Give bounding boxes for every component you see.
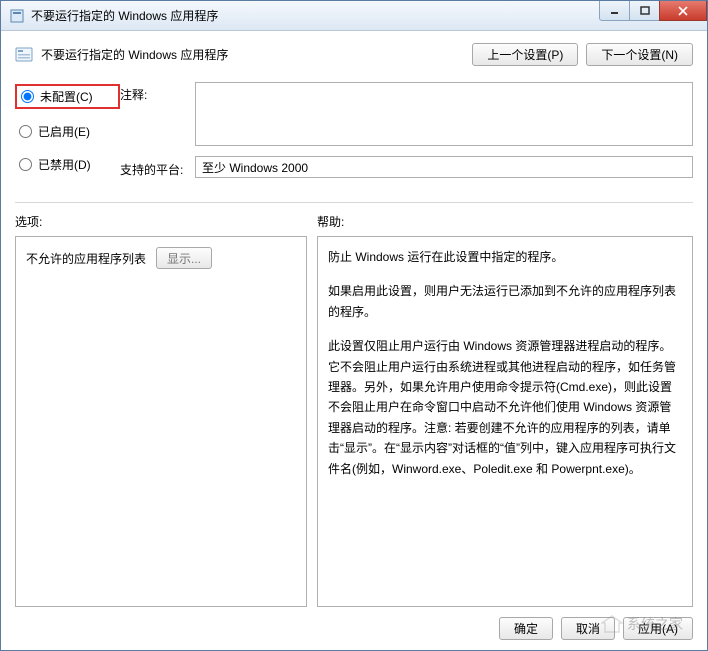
radio-not-configured-input[interactable] — [21, 90, 34, 103]
radio-disabled-label: 已禁用(D) — [38, 156, 91, 173]
options-label: 选项: — [15, 213, 317, 230]
window-title: 不要运行指定的 Windows 应用程序 — [31, 7, 599, 24]
panes: 不允许的应用程序列表 显示... 防止 Windows 运行在此设置中指定的程序… — [15, 236, 693, 607]
dialog-window: 不要运行指定的 Windows 应用程序 不要运行指定的 Windows 应用程… — [0, 0, 708, 651]
page-title: 不要运行指定的 Windows 应用程序 — [41, 46, 472, 63]
radio-disabled-input[interactable] — [19, 158, 32, 171]
apply-label: 应用(A) — [638, 620, 678, 637]
help-paragraph: 如果启用此设置，则用户无法运行已添加到不允许的应用程序列表的程序。 — [328, 281, 682, 322]
radio-disabled[interactable]: 已禁用(D) — [15, 154, 120, 175]
radio-not-configured-label: 未配置(C) — [40, 88, 93, 105]
titlebar: 不要运行指定的 Windows 应用程序 — [1, 1, 707, 31]
minimize-button[interactable] — [599, 1, 629, 21]
help-pane: 防止 Windows 运行在此设置中指定的程序。 如果启用此设置，则用户无法运行… — [317, 236, 693, 607]
cancel-label: 取消 — [576, 620, 600, 637]
radio-enabled-input[interactable] — [19, 125, 32, 138]
content-area: 不要运行指定的 Windows 应用程序 上一个设置(P) 下一个设置(N) 未… — [1, 31, 707, 650]
window-controls — [599, 1, 707, 30]
help-paragraph: 防止 Windows 运行在此设置中指定的程序。 — [328, 247, 682, 267]
ok-button[interactable]: 确定 — [499, 617, 553, 640]
disallowed-list-label: 不允许的应用程序列表 — [26, 250, 146, 267]
app-icon — [9, 8, 25, 24]
fields-column: 注释: 支持的平台: 至少 Windows 2000 — [120, 82, 693, 188]
help-paragraph: 此设置仅阻止用户运行由 Windows 资源管理器进程启动的程序。它不会阻止用户… — [328, 336, 682, 479]
radio-group: 未配置(C) 已启用(E) 已禁用(D) — [15, 82, 120, 188]
footer: 确定 取消 应用(A) 系统之家 — [15, 607, 693, 640]
divider — [15, 202, 693, 203]
policy-icon — [15, 46, 33, 64]
config-row: 未配置(C) 已启用(E) 已禁用(D) 注释: 支持的平台: — [15, 82, 693, 188]
radio-enabled[interactable]: 已启用(E) — [15, 121, 120, 142]
radio-enabled-label: 已启用(E) — [38, 123, 90, 140]
comment-label: 注释: — [120, 82, 195, 146]
show-btn-label: 显示... — [167, 250, 201, 267]
show-button[interactable]: 显示... — [156, 247, 212, 269]
platform-value: 至少 Windows 2000 — [195, 156, 693, 178]
header-row: 不要运行指定的 Windows 应用程序 上一个设置(P) 下一个设置(N) — [15, 43, 693, 66]
ok-label: 确定 — [514, 620, 538, 637]
previous-setting-button[interactable]: 上一个设置(P) — [472, 43, 578, 66]
platform-text: 至少 Windows 2000 — [202, 159, 308, 176]
next-setting-button[interactable]: 下一个设置(N) — [586, 43, 693, 66]
cancel-button[interactable]: 取消 — [561, 617, 615, 640]
radio-not-configured[interactable]: 未配置(C) — [15, 84, 120, 109]
prev-btn-label: 上一个设置(P) — [487, 46, 563, 63]
comment-input[interactable] — [195, 82, 693, 146]
close-button[interactable] — [659, 1, 707, 21]
maximize-button[interactable] — [629, 1, 659, 21]
options-pane: 不允许的应用程序列表 显示... — [15, 236, 307, 607]
apply-button[interactable]: 应用(A) — [623, 617, 693, 640]
help-label: 帮助: — [317, 213, 344, 230]
next-btn-label: 下一个设置(N) — [601, 46, 678, 63]
platform-label: 支持的平台: — [120, 157, 195, 178]
section-labels: 选项: 帮助: — [15, 213, 693, 230]
